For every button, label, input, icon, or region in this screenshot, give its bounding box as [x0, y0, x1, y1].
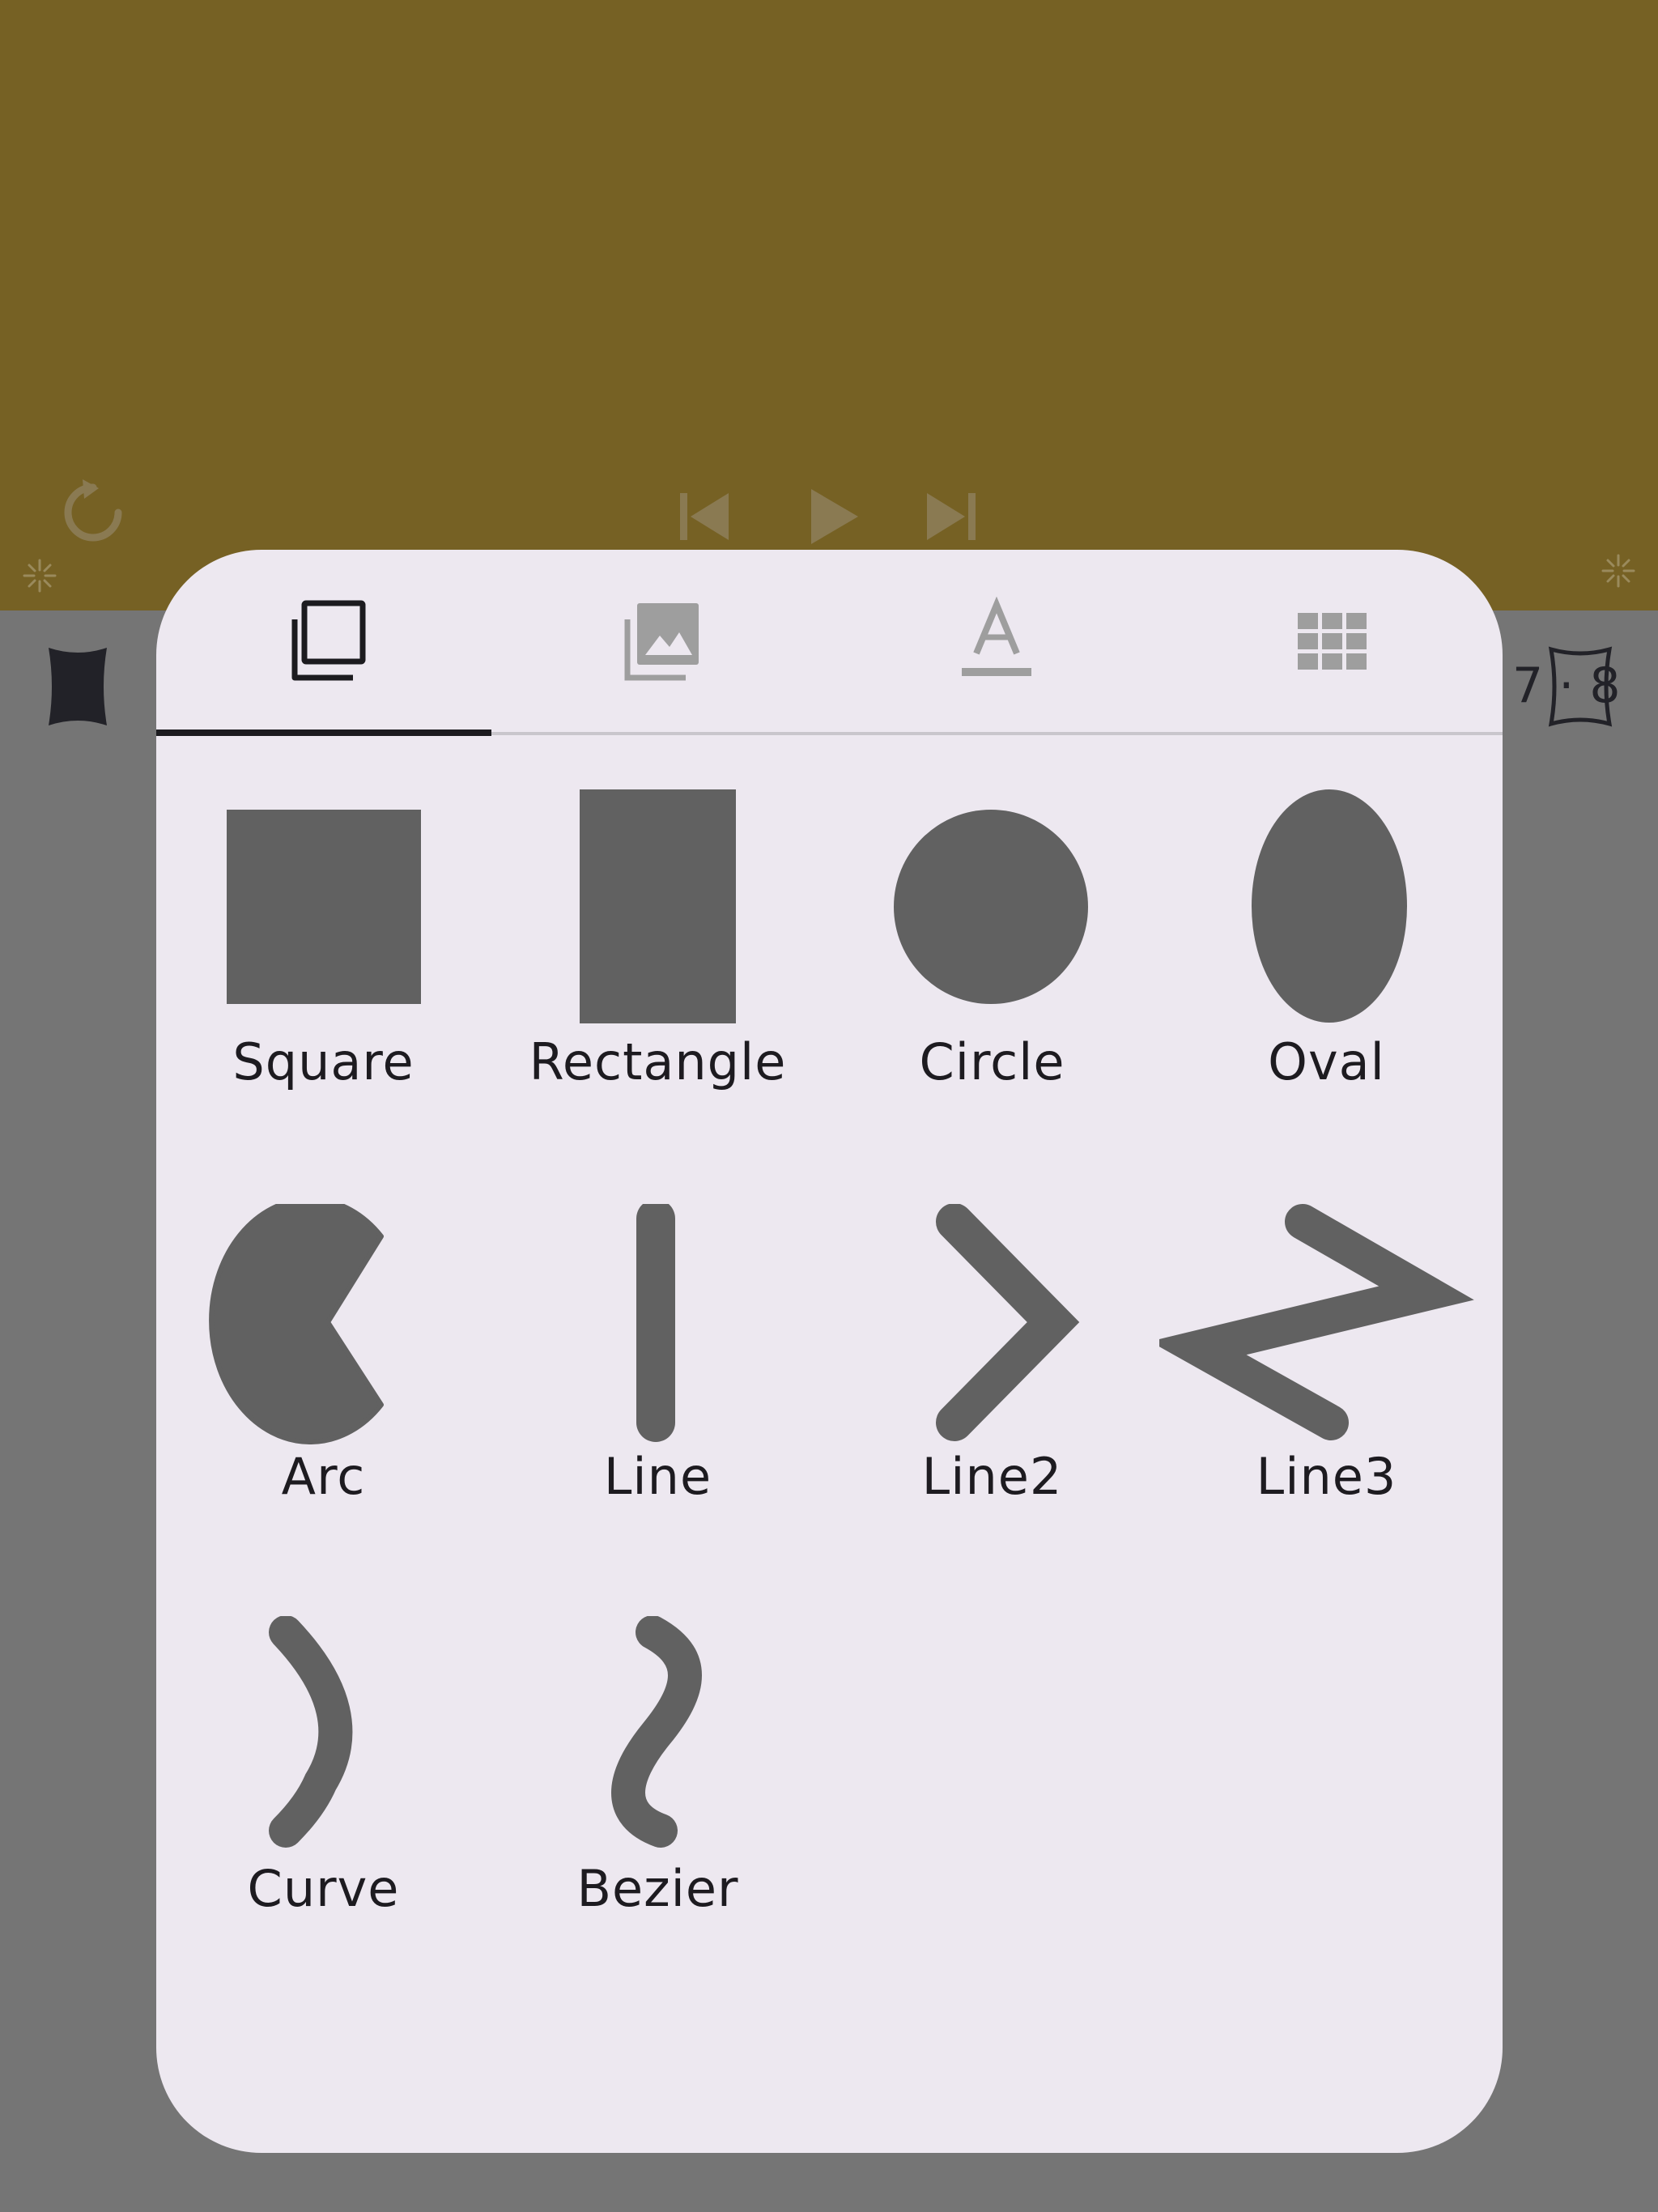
tab-grid[interactable] — [1164, 550, 1500, 733]
sparkle-icon — [23, 559, 57, 593]
tab-bar — [156, 550, 1503, 736]
shape-item-circle[interactable]: Circle — [825, 789, 1159, 1162]
rectangle-icon — [580, 789, 736, 1023]
shape-label: Curve — [247, 1859, 400, 1918]
shape-label: Bezier — [576, 1859, 739, 1918]
square-icon — [227, 810, 421, 1004]
tab-images[interactable] — [492, 550, 828, 733]
shape-item-line3[interactable]: Line3 — [1159, 1204, 1494, 1576]
shape-label: Line2 — [921, 1447, 1063, 1506]
shape-item-curve[interactable]: Curve — [156, 1616, 491, 1989]
tab-indicator — [156, 730, 491, 736]
line-icon — [636, 1204, 675, 1442]
shape-label: Oval — [1268, 1032, 1385, 1091]
grid-icon — [1297, 613, 1367, 670]
photo-library-icon — [624, 603, 699, 681]
circle-icon — [894, 810, 1088, 1004]
shape-label: Rectangle — [529, 1032, 787, 1091]
shape-item-rectangle[interactable]: Rectangle — [491, 789, 825, 1162]
shape-label: Square — [232, 1032, 414, 1091]
tab-text[interactable] — [828, 550, 1164, 733]
arc-icon — [209, 1204, 384, 1444]
shape-item-bezier[interactable]: Bezier — [491, 1616, 825, 1989]
line3-icon — [1159, 1204, 1474, 1440]
play-icon[interactable] — [808, 486, 861, 547]
timeline-ruler-text: 7 · 8 — [1512, 657, 1621, 714]
text-format-icon — [961, 597, 1031, 676]
curve-icon — [269, 1616, 353, 1848]
skip-previous-icon[interactable] — [677, 489, 733, 546]
tab-shapes[interactable] — [156, 550, 492, 733]
shape-label: Circle — [919, 1032, 1065, 1091]
shape-label: Arc — [281, 1447, 366, 1506]
shape-item-line[interactable]: Line — [491, 1204, 825, 1576]
bezier-icon — [611, 1616, 702, 1848]
shape-item-oval[interactable]: Oval — [1159, 789, 1494, 1162]
shape-picker-sheet: Square Rectangle Circle Oval Arc Line Li… — [156, 550, 1503, 2153]
shape-item-arc[interactable]: Arc — [156, 1204, 491, 1576]
shape-item-square[interactable]: Square — [156, 789, 491, 1162]
shape-thumbnail-icon[interactable] — [45, 646, 110, 727]
reset-icon[interactable] — [57, 476, 130, 549]
shape-label: Line3 — [1256, 1447, 1397, 1506]
skip-next-icon[interactable] — [923, 489, 980, 546]
line2-icon — [936, 1204, 1080, 1441]
shape-item-line2[interactable]: Line2 — [825, 1204, 1159, 1576]
shape-label: Line — [603, 1447, 712, 1506]
oval-icon — [1252, 789, 1407, 1023]
layers-icon — [291, 600, 365, 681]
sparkle-icon — [1601, 554, 1635, 588]
